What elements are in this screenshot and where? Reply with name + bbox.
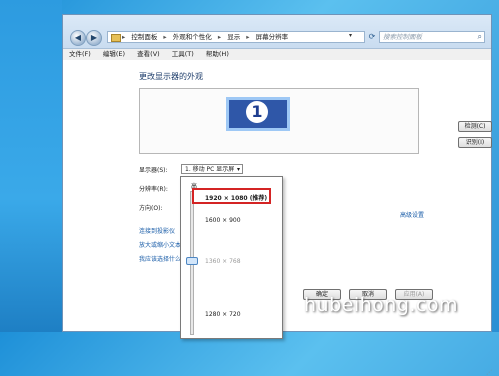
monitor-icon[interactable]: 1: [226, 97, 290, 131]
resolution-slider-thumb[interactable]: [186, 257, 198, 265]
resolution-option[interactable]: 1280 × 720: [205, 311, 241, 318]
detect-button[interactable]: 检测(C): [458, 121, 492, 132]
back-button[interactable]: ◀: [70, 30, 86, 46]
projector-link[interactable]: 连接到投影仪: [139, 226, 175, 235]
breadcrumb-separator: ▸: [163, 33, 167, 41]
resolution-option[interactable]: 1920 × 1080 (推荐): [205, 193, 267, 202]
display-select[interactable]: 1. 移动 PC 显示屏 ▾: [181, 164, 243, 174]
menu-view[interactable]: 查看(V): [137, 50, 160, 58]
main-content: 更改显示器的外观 1 检测(C) 识别(I) 显示器(S): 1. 移动 PC …: [63, 60, 492, 376]
breadcrumb-appearance[interactable]: 外观和个性化: [173, 33, 212, 41]
watermark: hubeihong.com: [304, 294, 459, 316]
search-icon[interactable]: ⌕: [478, 32, 482, 42]
identify-button[interactable]: 识别(I): [458, 137, 492, 148]
resize-grip-icon[interactable]: ⋰: [486, 369, 492, 376]
screen-resolution-window: ◀ ▶ ▸ 控制面板 ▸ 外观和个性化 ▸ 显示 ▸ 屏幕分辨率 ▾ ⟳ 搜索控…: [62, 14, 492, 376]
page-title: 更改显示器的外观: [139, 72, 203, 81]
display-select-value: 1. 移动 PC 显示屏: [185, 166, 235, 173]
title-bar: ◀ ▶ ▸ 控制面板 ▸ 外观和个性化 ▸ 显示 ▸ 屏幕分辨率 ▾ ⟳ 搜索控…: [63, 15, 491, 49]
menu-help[interactable]: 帮助(H): [206, 50, 229, 58]
text-size-link[interactable]: 放大或缩小文本: [139, 240, 181, 249]
folder-icon: [111, 34, 121, 42]
menu-tools[interactable]: 工具(T): [172, 50, 194, 58]
resolution-dropdown-popup: 高 1920 × 1080 (推荐) 1600 × 900 1360 × 768…: [180, 176, 283, 339]
resolution-option[interactable]: 1600 × 900: [205, 217, 241, 224]
search-placeholder: 搜索控制面板: [383, 33, 422, 41]
display-label: 显示器(S):: [139, 167, 168, 174]
breadcrumb-separator: ▸: [246, 33, 250, 41]
address-bar[interactable]: ▸ 控制面板 ▸ 外观和个性化 ▸ 显示 ▸ 屏幕分辨率: [107, 31, 365, 43]
breadcrumb-separator: ▸: [122, 33, 126, 41]
forward-button[interactable]: ▶: [86, 30, 102, 46]
chevron-down-icon: ▾: [236, 166, 240, 173]
desktop-background: [0, 0, 62, 332]
breadcrumb-screen-resolution[interactable]: 屏幕分辨率: [256, 33, 289, 41]
breadcrumb-separator: ▸: [217, 33, 222, 41]
advanced-settings-link[interactable]: 高级设置: [400, 210, 424, 219]
breadcrumb-display[interactable]: 显示: [227, 33, 240, 41]
menu-edit[interactable]: 编辑(E): [103, 50, 125, 58]
monitor-preview: 1 检测(C) 识别(I): [139, 88, 492, 154]
address-dropdown-icon[interactable]: ▾: [349, 32, 352, 39]
menu-file[interactable]: 文件(F): [69, 50, 91, 58]
settings-help-link[interactable]: 我应该选择什么: [139, 254, 181, 263]
breadcrumb-control-panel[interactable]: 控制面板: [131, 33, 157, 41]
search-input[interactable]: 搜索控制面板 ⌕: [379, 31, 485, 43]
refresh-icon[interactable]: ⟳: [366, 31, 378, 43]
orientation-label: 方向(O):: [139, 205, 163, 212]
resolution-label: 分辨率(R):: [139, 186, 168, 193]
monitor-number: 1: [246, 101, 268, 123]
resolution-option[interactable]: 1360 × 768: [205, 258, 241, 265]
